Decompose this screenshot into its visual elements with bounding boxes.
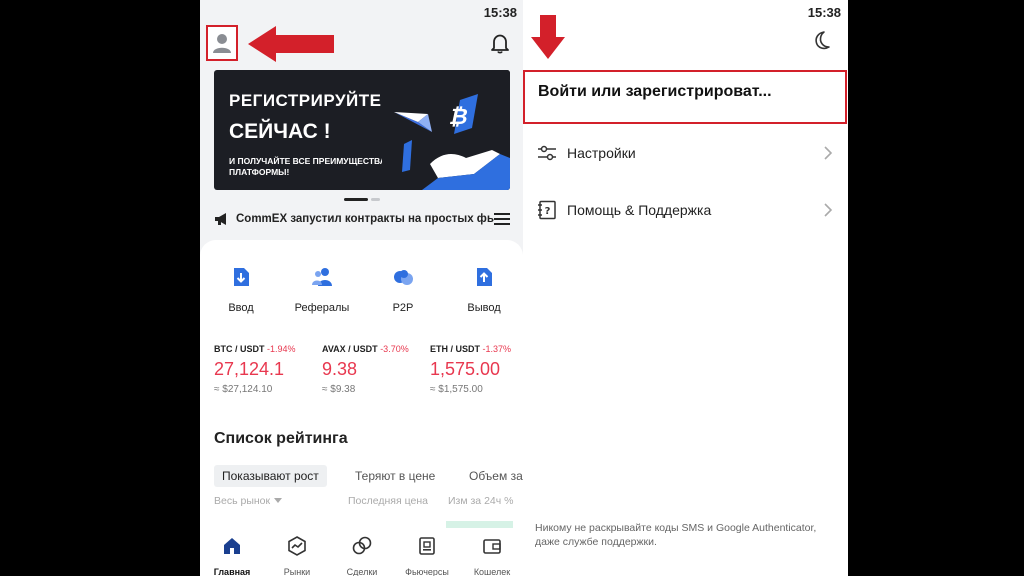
ticker-pair: AVAX / USDT -3.70% <box>322 344 409 354</box>
ticker-btc[interactable]: BTC / USDT -1.94% 27,124.1 ≈ $27,124.10 <box>214 344 314 395</box>
ticker-change: -1.37% <box>482 344 512 354</box>
menu-item-settings[interactable]: Настройки <box>537 141 833 165</box>
p2p-icon <box>394 270 413 285</box>
tab-trades[interactable]: Сделки <box>332 536 392 576</box>
quick-action-p2p[interactable]: P2P <box>368 266 438 314</box>
ticker-approx: ≈ $27,124.10 <box>214 384 273 395</box>
annotation-arrow-left <box>248 26 334 62</box>
quick-action-label: Ввод <box>228 302 254 314</box>
filter-losers[interactable]: Теряют в цене <box>355 465 435 487</box>
ticker-eth[interactable]: ETH / USDT -1.37% 1,575.00 ≈ $1,575.00 <box>430 344 523 395</box>
col-24h-change: Изм за 24ч % <box>448 495 514 507</box>
carousel-indicator <box>344 198 380 201</box>
banner-headline-1: РЕГИСТРИРУЙТЕСЬ <box>229 91 407 110</box>
futures-icon <box>419 537 435 555</box>
market-dropdown-label: Весь рынок <box>214 495 271 507</box>
tab-label: Фьючерсы <box>405 567 449 576</box>
profile-avatar-button[interactable] <box>206 25 238 61</box>
svg-text:?: ? <box>545 206 551 217</box>
login-register-label: Войти или зарегистрироват... <box>538 83 772 100</box>
banner-illustration: ₿ <box>382 70 510 190</box>
ticker-approx: ≈ $1,575.00 <box>430 384 483 395</box>
quick-action-referrals[interactable]: Рефералы <box>287 266 357 314</box>
banner-subtext: И ПОЛУЧАЙТЕ ВСЕ ПРЕИМУЩЕСТВА ПЛАТФОРМЫ! <box>229 156 386 177</box>
status-time: 15:38 <box>483 5 517 20</box>
tab-home[interactable]: Главная <box>202 536 262 576</box>
news-ticker[interactable]: CommEX запустил контракты на простых фью… <box>214 211 510 227</box>
tab-label: Рынки <box>283 567 311 576</box>
tab-label: Кошелек <box>473 567 511 576</box>
settings-sliders-icon <box>538 145 556 161</box>
ticker-price: 1,575.00 <box>430 359 501 379</box>
menu-item-help[interactable]: ? Помощь & Поддержка <box>537 198 833 222</box>
tab-label: Главная <box>213 567 251 576</box>
tab-label: Сделки <box>346 567 378 576</box>
ticker-change: -1.94% <box>267 344 296 354</box>
promo-banner[interactable]: РЕГИСТРИРУЙТЕСЬ СЕЙЧАС ! И ПОЛУЧАЙТЕ ВСЕ… <box>214 70 510 190</box>
home-screen: 15:38 РЕГИСТРИРУЙТЕСЬ СЕЙЧАС ! И ПОЛУЧАЙ… <box>200 0 523 576</box>
profile-drawer: 15:38 Войти или зарегистрироват... Настр… <box>523 0 848 576</box>
bottom-tab-bar: Главная Рынки Сделки Фьючерсы Кошелек <box>200 528 523 576</box>
deposit-icon <box>234 268 249 286</box>
tab-futures[interactable]: Фьючерсы <box>397 536 457 576</box>
ranking-title: Список рейтинга <box>214 430 348 447</box>
filter-volume[interactable]: Объем за <box>469 465 523 487</box>
login-register-button[interactable]: Войти или зарегистрироват... <box>523 70 847 124</box>
quick-action-label: P2P <box>392 302 414 314</box>
ticker-pair: ETH / USDT -1.37% <box>430 344 512 354</box>
status-time: 15:38 <box>807 5 841 20</box>
banner-headline-2: СЕЙЧАС ! <box>229 120 331 143</box>
help-icon: ? <box>538 200 556 220</box>
ticker-pair: BTC / USDT -1.94% <box>214 344 296 354</box>
bell-icon[interactable] <box>489 32 511 54</box>
withdraw-icon <box>477 268 492 286</box>
megaphone-icon <box>215 213 226 225</box>
menu-item-label: Помощь & Поддержка <box>567 202 712 218</box>
market-dropdown[interactable]: Весь рынок <box>214 495 283 507</box>
wallet-icon <box>483 539 501 554</box>
news-text: CommEX запустил контракты на простых фью… <box>236 213 494 225</box>
tab-wallet[interactable]: Кошелек <box>462 536 522 576</box>
ticker-price: 9.38 <box>322 359 358 379</box>
ticker-price: 27,124.1 <box>214 359 285 379</box>
markets-icon <box>288 536 306 556</box>
list-menu-icon[interactable] <box>494 212 510 226</box>
annotation-arrow-down <box>531 15 565 59</box>
menu-item-label: Настройки <box>567 145 636 161</box>
quick-action-deposit[interactable]: Ввод <box>206 266 276 314</box>
ticker-approx: ≈ $9.38 <box>322 384 356 395</box>
chevron-right-icon <box>824 146 833 160</box>
quick-action-label: Рефералы <box>294 302 350 314</box>
quick-action-label: Вывод <box>467 302 501 314</box>
filter-gainers[interactable]: Показывают рост <box>214 465 327 487</box>
ticker-change: -3.70% <box>380 344 409 354</box>
tab-markets[interactable]: Рынки <box>267 536 327 576</box>
home-icon <box>224 538 240 554</box>
col-last-price: Последняя цена <box>348 495 428 507</box>
caret-down-icon <box>274 498 283 503</box>
security-disclaimer: Никому не раскрывайте коды SMS и Google … <box>535 522 817 548</box>
chevron-right-icon <box>824 203 833 217</box>
trades-icon <box>352 536 372 555</box>
ticker-avax[interactable]: AVAX / USDT -3.70% 9.38 ≈ $9.38 <box>322 344 422 395</box>
referral-icon <box>312 268 332 286</box>
quick-action-withdraw[interactable]: Вывод <box>449 266 519 314</box>
user-icon <box>213 34 231 53</box>
moon-icon[interactable] <box>811 30 833 52</box>
